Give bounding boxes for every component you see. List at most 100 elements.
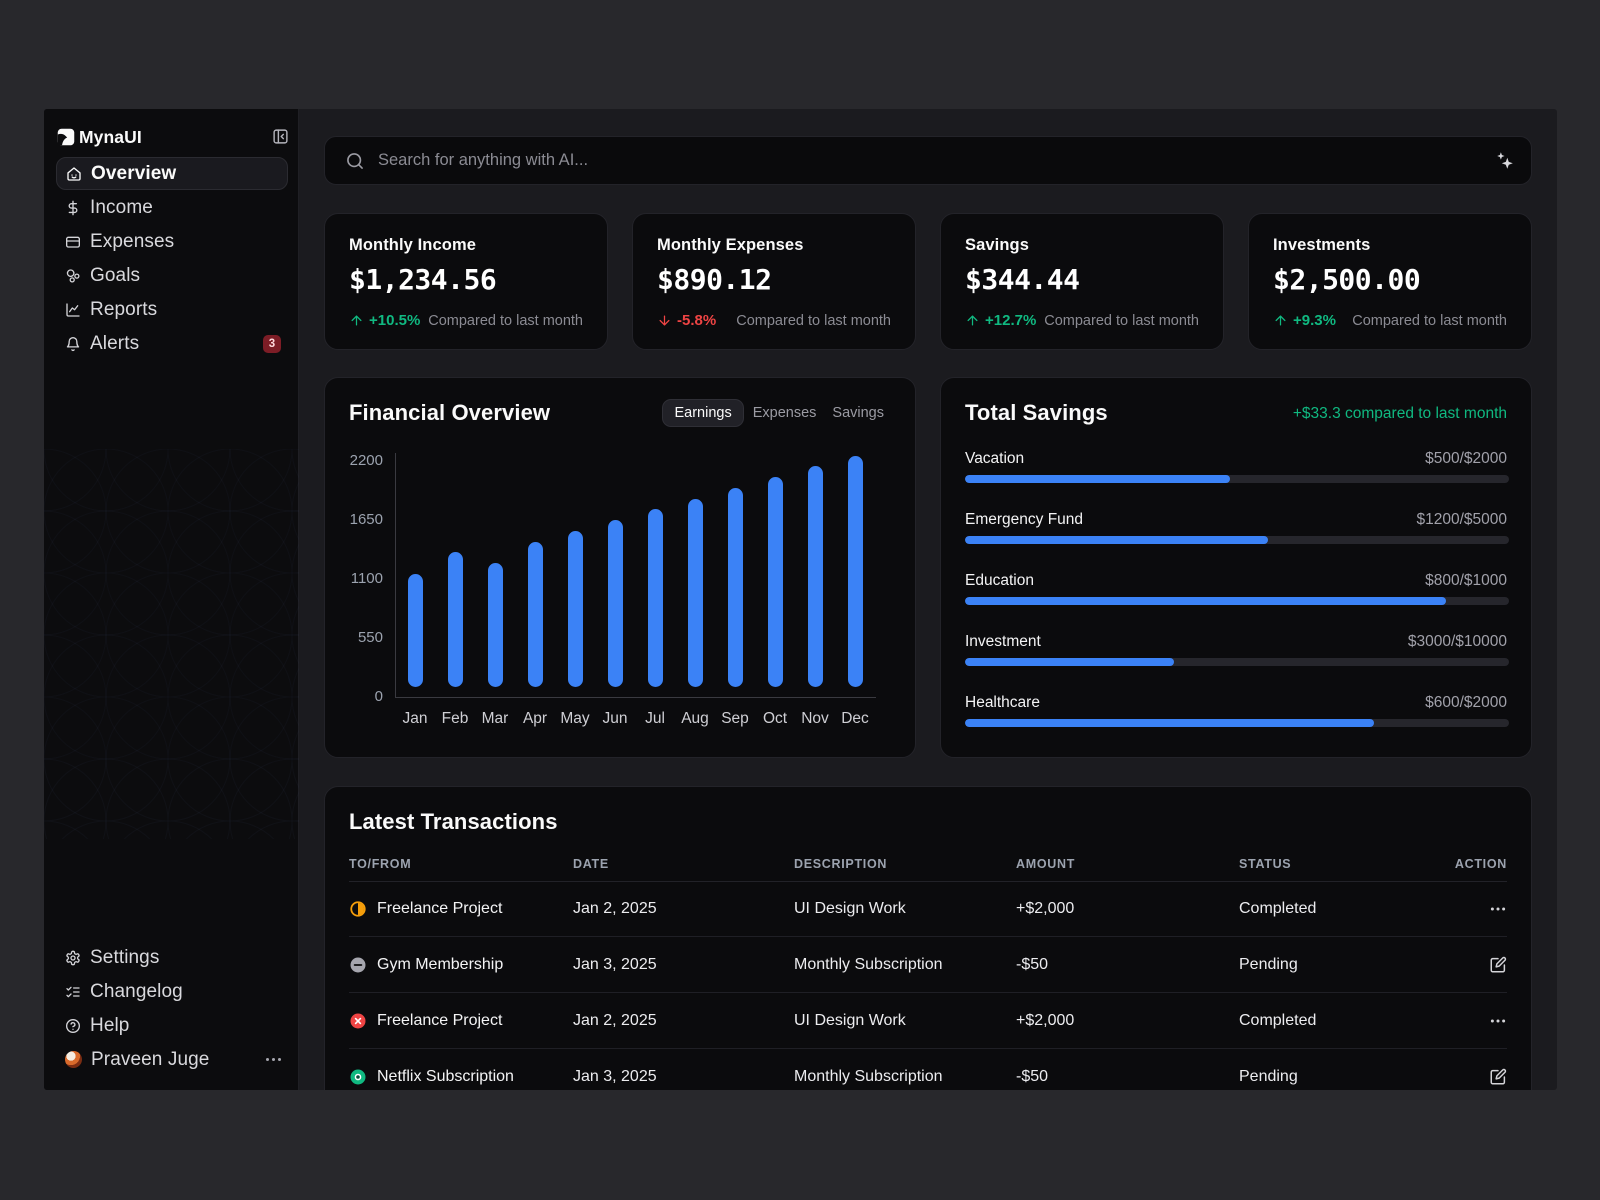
app-title: MynaUI [79, 127, 142, 148]
panel-left-close-icon [272, 128, 289, 145]
sparkles-icon[interactable] [1494, 150, 1516, 172]
transaction-action [1489, 881, 1507, 937]
transaction-row[interactable]: Freelance ProjectJan 2, 2025UI Design Wo… [349, 993, 1507, 1049]
transaction-amount: +$2,000 [1016, 993, 1074, 1049]
sidebar-item-settings[interactable]: Settings [56, 941, 288, 974]
sidebar-item-overview[interactable]: Overview [56, 157, 288, 190]
column-header-status: STATUS [1239, 856, 1291, 872]
stat-value: $1,234.56 [349, 263, 583, 296]
goal-value: $500/$2000 [1425, 449, 1507, 469]
bar-apr[interactable] [528, 542, 543, 688]
bar-dec[interactable] [848, 456, 863, 687]
sidebar-collapse-button[interactable] [272, 128, 289, 145]
column-header-description: DESCRIPTION [794, 856, 887, 872]
stat-label: Monthly Income [349, 236, 583, 255]
alerts-count-badge: 3 [263, 335, 281, 353]
sidebar-item-income[interactable]: Income [56, 191, 288, 224]
goal-label: Emergency Fund [965, 510, 1083, 530]
transaction-date: Jan 2, 2025 [573, 881, 657, 937]
goal-progress-track [965, 475, 1509, 483]
goal-value: $800/$1000 [1425, 571, 1507, 591]
transaction-action [1489, 937, 1507, 993]
goal-value: $3000/$10000 [1408, 632, 1507, 652]
stat-compare-text: Compared to last month [428, 313, 583, 329]
sidebar-item-praveen-juge[interactable]: Praveen Juge [56, 1043, 288, 1076]
bar-jun[interactable] [608, 520, 623, 687]
transaction-description: UI Design Work [794, 993, 906, 1049]
transaction-row[interactable]: Freelance ProjectJan 2, 2025UI Design Wo… [349, 881, 1507, 937]
sidebar-item-label: Settings [90, 947, 159, 969]
bar-may[interactable] [568, 531, 583, 687]
transaction-status: Completed [1239, 881, 1316, 937]
x-axis-label: Jun [595, 710, 635, 728]
chart-y-axis [395, 453, 396, 698]
y-axis-tick: 2200 [337, 452, 383, 470]
transaction-description: Monthly Subscription [794, 937, 943, 993]
bar-nov[interactable] [808, 466, 823, 687]
savings-delta-text: +$33.3 compared to last month [1293, 405, 1507, 423]
sidebar-item-label: Reports [90, 299, 157, 321]
sidebar-item-help[interactable]: Help [56, 1009, 288, 1042]
chart-x-axis [395, 697, 876, 698]
tab-earnings[interactable]: Earnings [662, 399, 743, 427]
chart-tabs: EarningsExpensesSavings [662, 399, 891, 427]
transaction-amount: +$2,000 [1016, 881, 1074, 937]
x-axis-label: Sep [715, 710, 755, 728]
goal-progress-track [965, 597, 1509, 605]
mynaui-logo-icon [57, 128, 75, 146]
search-bar[interactable] [324, 136, 1532, 185]
stat-delta: -5.8% [657, 312, 716, 329]
financial-overview-card: Financial Overview EarningsExpensesSavin… [324, 377, 916, 758]
sidebar-decor-circles [44, 449, 299, 839]
sidebar-item-changelog[interactable]: Changelog [56, 975, 288, 1008]
bar-feb[interactable] [448, 552, 463, 687]
sidebar-item-label: Praveen Juge [91, 1049, 209, 1071]
transaction-row[interactable]: Gym MembershipJan 3, 2025Monthly Subscri… [349, 937, 1507, 993]
circle-x-icon [349, 1012, 367, 1030]
bar-mar[interactable] [488, 563, 503, 687]
arrow-up-icon [1273, 313, 1288, 328]
x-axis-label: May [555, 710, 595, 728]
sidebar-item-alerts[interactable]: Alerts3 [56, 327, 288, 360]
sidebar-item-reports[interactable]: Reports [56, 293, 288, 326]
search-input[interactable] [378, 151, 1494, 170]
stat-delta: +9.3% [1273, 312, 1336, 329]
row-actions-ellipsis-icon[interactable] [1489, 1012, 1507, 1030]
edit-icon[interactable] [1489, 956, 1507, 974]
arrow-down-icon [657, 313, 672, 328]
x-axis-label: Oct [755, 710, 795, 728]
column-header-date: DATE [573, 856, 609, 872]
app-window: MynaUI OverviewIncomeExpensesGoalsReport… [44, 109, 1557, 1090]
bar-jan[interactable] [408, 574, 423, 687]
bar-jul[interactable] [648, 509, 663, 687]
user-menu-ellipsis-icon[interactable] [266, 1058, 281, 1061]
stat-value: $344.44 [965, 263, 1199, 296]
total-savings-card: Total Savings +$33.3 compared to last mo… [940, 377, 1532, 758]
column-header-amount: AMOUNT [1016, 856, 1075, 872]
arrow-up-icon [965, 313, 980, 328]
y-axis-tick: 0 [337, 688, 383, 706]
edit-icon[interactable] [1489, 1068, 1507, 1086]
y-axis-tick: 550 [337, 629, 383, 647]
sidebar-item-expenses[interactable]: Expenses [56, 225, 288, 258]
stat-compare-text: Compared to last month [1044, 313, 1199, 329]
circle-dot-icon [349, 1068, 367, 1086]
y-axis-tick: 1650 [337, 511, 383, 529]
tab-savings[interactable]: Savings [825, 399, 891, 427]
chart-line-icon [65, 302, 81, 318]
dollar-icon [65, 200, 81, 216]
bar-sep[interactable] [728, 488, 743, 687]
stat-card-savings: Savings$344.44+12.7%Compared to last mon… [940, 213, 1224, 350]
tab-expenses[interactable]: Expenses [746, 399, 824, 427]
transaction-date: Jan 3, 2025 [573, 1049, 657, 1090]
latest-transactions-title: Latest Transactions [349, 809, 558, 835]
logo-row: MynaUI [57, 124, 286, 150]
row-actions-ellipsis-icon[interactable] [1489, 900, 1507, 918]
bar-aug[interactable] [688, 499, 703, 688]
transaction-row[interactable]: Netflix SubscriptionJan 3, 2025Monthly S… [349, 1049, 1507, 1090]
sidebar-item-goals[interactable]: Goals [56, 259, 288, 292]
goal-label: Vacation [965, 449, 1024, 469]
x-axis-label: Apr [515, 710, 555, 728]
x-axis-label: Nov [795, 710, 835, 728]
bar-oct[interactable] [768, 477, 783, 687]
